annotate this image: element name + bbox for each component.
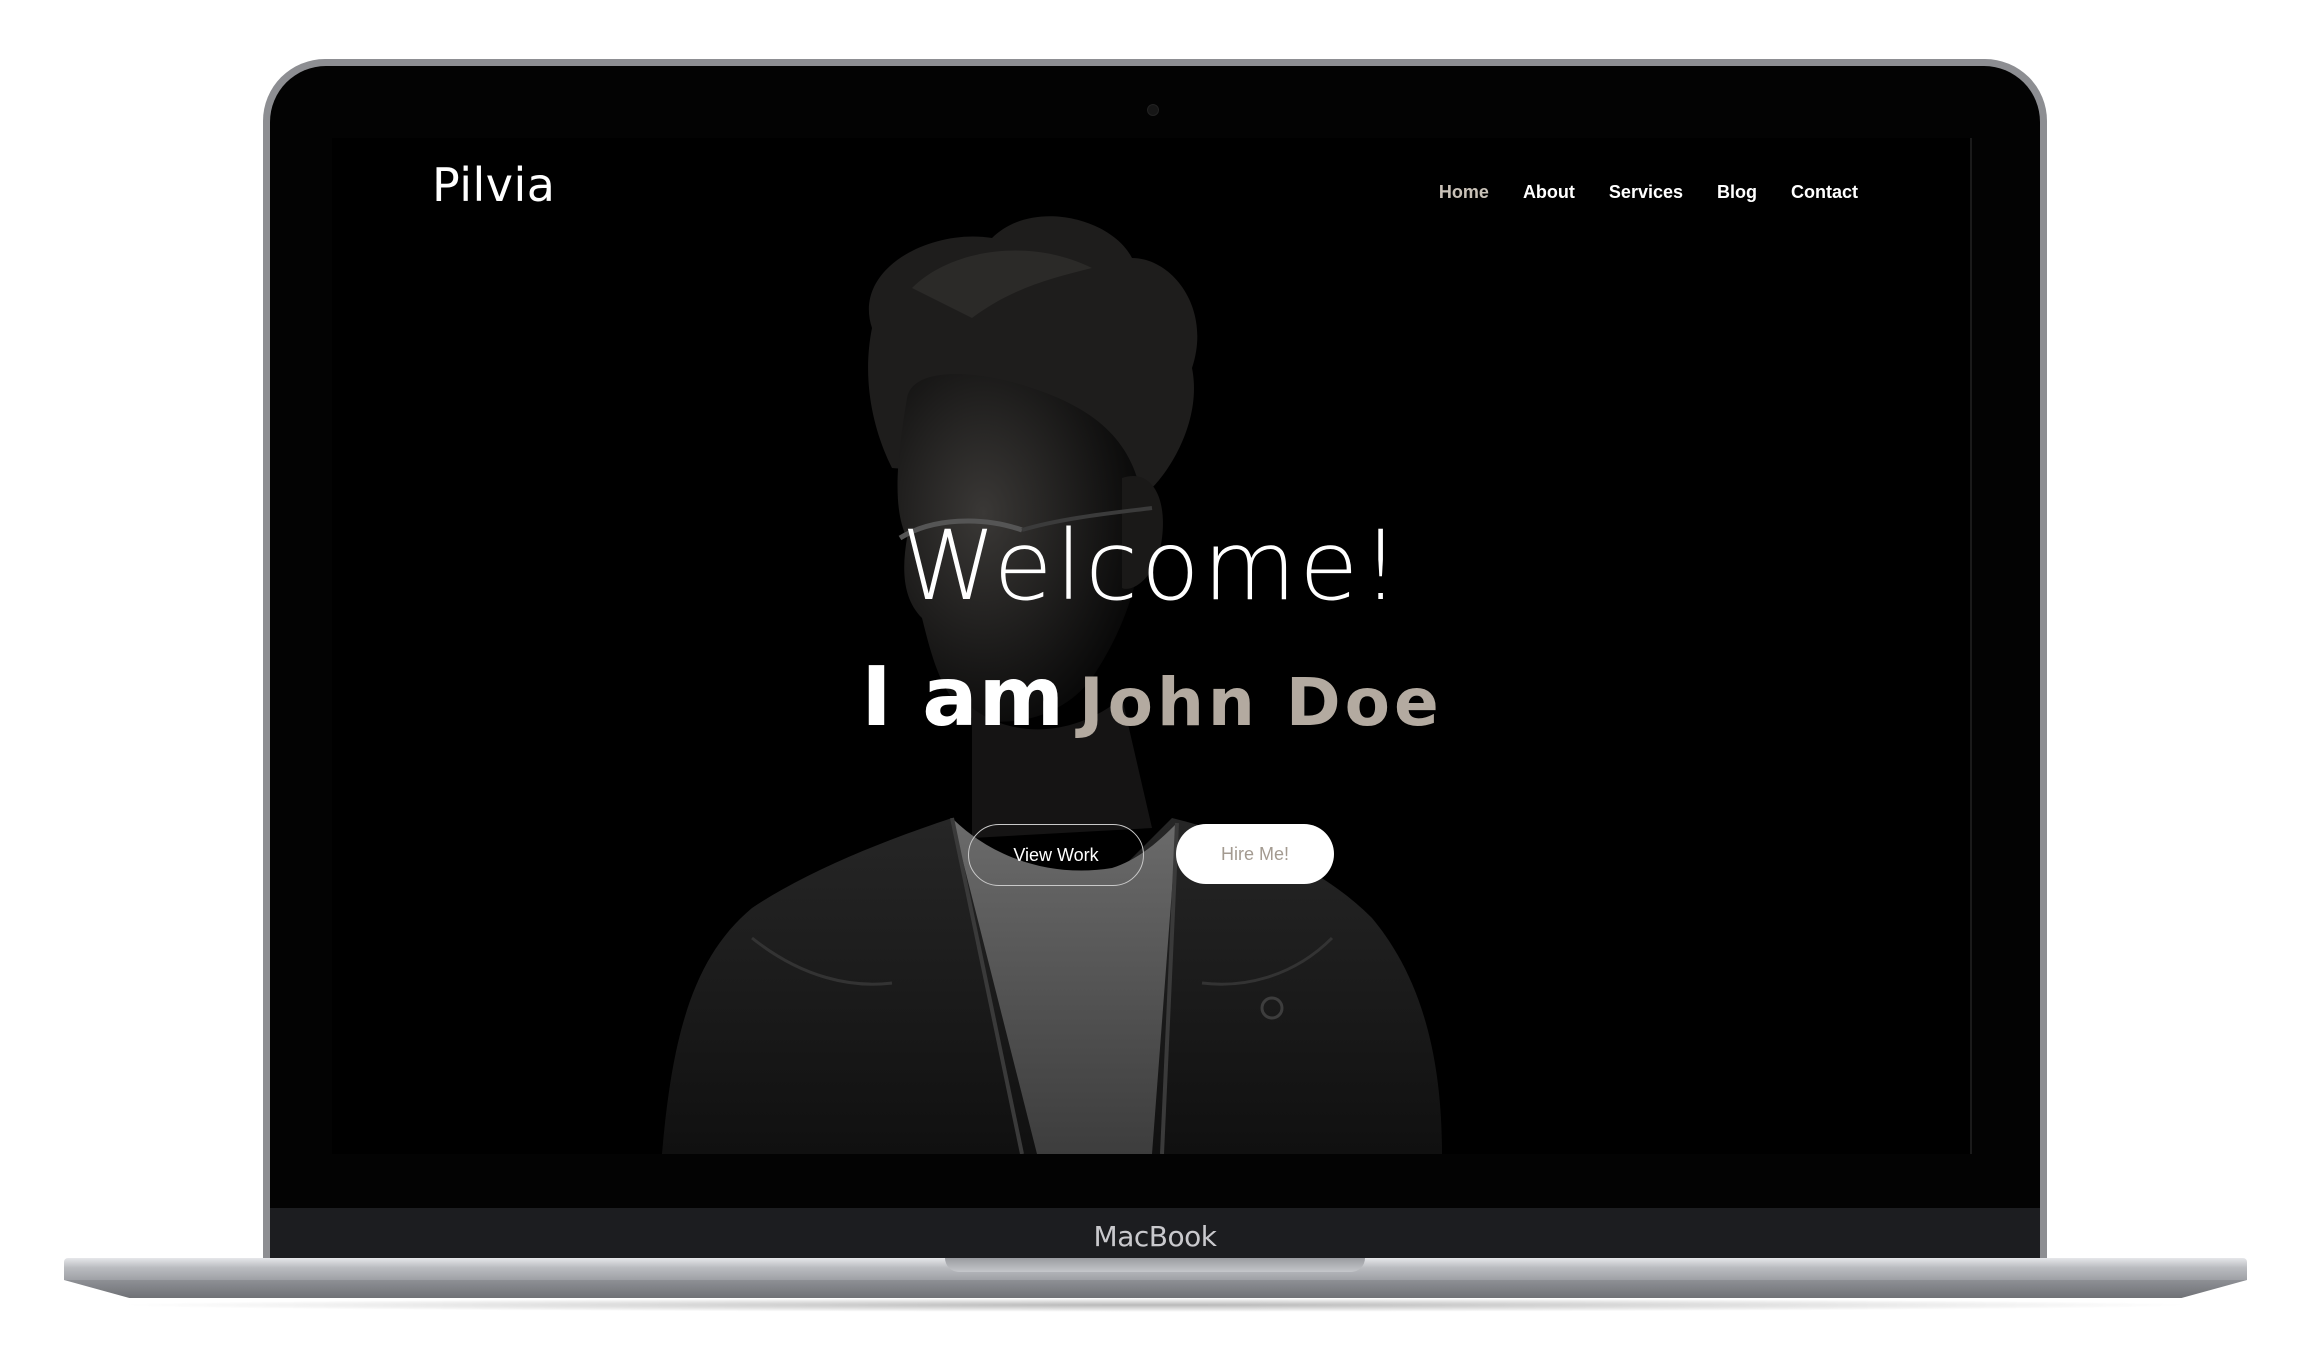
laptop-hinge-notch <box>945 1258 1365 1272</box>
site-logo[interactable]: Pilvia <box>432 158 555 212</box>
nav-item-home[interactable]: Home <box>1439 182 1489 203</box>
hero-welcome-heading: Welcome! <box>901 510 1403 622</box>
main-nav: Home About Services Blog Contact <box>1439 182 1858 203</box>
hire-me-button[interactable]: Hire Me! <box>1176 824 1334 884</box>
view-work-button[interactable]: View Work <box>968 824 1144 886</box>
hero-portrait-image <box>662 216 1442 1154</box>
nav-item-about[interactable]: About <box>1523 182 1575 203</box>
hero-intro: I am John Doe <box>332 650 1972 745</box>
hero-intro-lead: I am <box>861 650 1066 745</box>
website-screen: Pilvia Home About Services Blog Contact … <box>332 138 1972 1154</box>
laptop-chin: MacBook <box>270 1208 2040 1264</box>
nav-item-blog[interactable]: Blog <box>1717 182 1757 203</box>
hero-intro-name: John Doe <box>1079 664 1443 741</box>
screen-edge <box>1970 138 1972 1154</box>
laptop-shadow <box>110 1298 2200 1312</box>
webcam-icon <box>1147 104 1159 116</box>
nav-item-contact[interactable]: Contact <box>1791 182 1858 203</box>
device-brand-label: MacBook <box>1093 1220 1217 1253</box>
nav-item-services[interactable]: Services <box>1609 182 1683 203</box>
laptop-base-lip <box>64 1280 2247 1298</box>
